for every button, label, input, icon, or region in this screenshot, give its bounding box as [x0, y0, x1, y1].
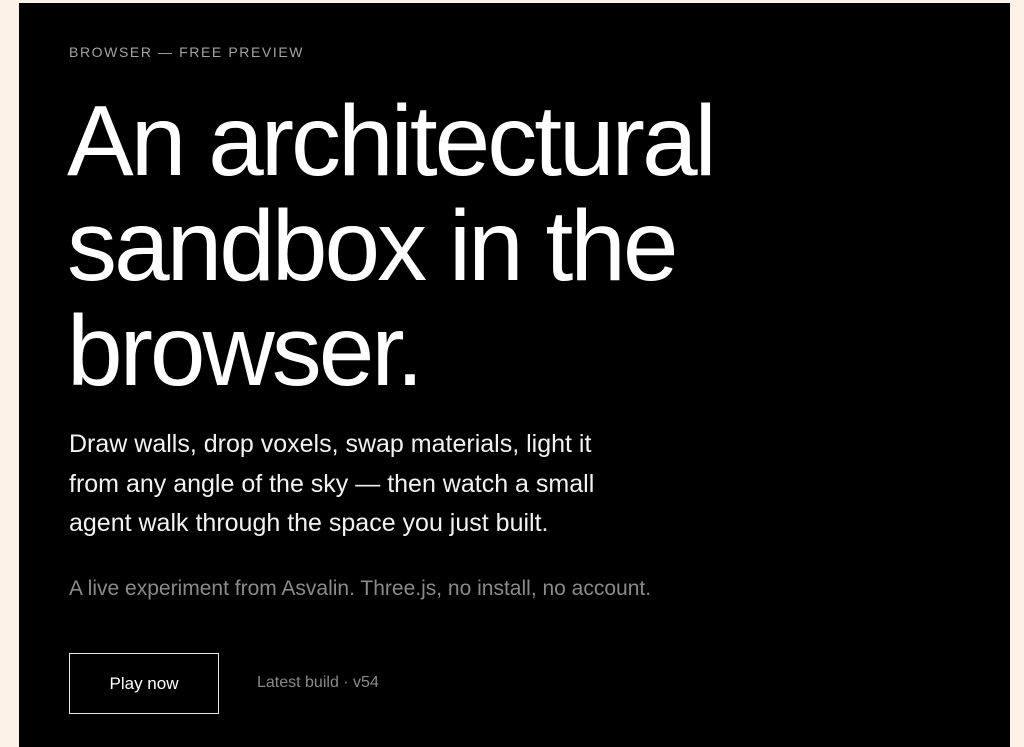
headline-line: An architectural	[67, 85, 717, 197]
description-line: from any angle of the sky — then watch a…	[69, 469, 595, 498]
hero-panel: BROWSER — FREE PREVIEW An architectural …	[19, 3, 1010, 747]
eyebrow-label: BROWSER — FREE PREVIEW	[69, 44, 305, 60]
latest-build-label: Latest build · v54	[257, 674, 379, 691]
play-now-button[interactable]: Play now	[69, 653, 219, 714]
headline-line: sandbox in the	[67, 190, 678, 302]
description-line: Draw walls, drop voxels, swap materials,…	[69, 430, 592, 458]
experiment-note: A live experiment from Asvalin. Three.js…	[69, 577, 652, 600]
description-line: agent walk through the space you just bu…	[69, 509, 549, 537]
hero-description: Draw walls, drop voxels, swap materials,…	[69, 425, 594, 544]
headline-line: browser.	[67, 295, 424, 407]
hero-headline: An architectural sandbox in the browser.	[67, 85, 717, 407]
